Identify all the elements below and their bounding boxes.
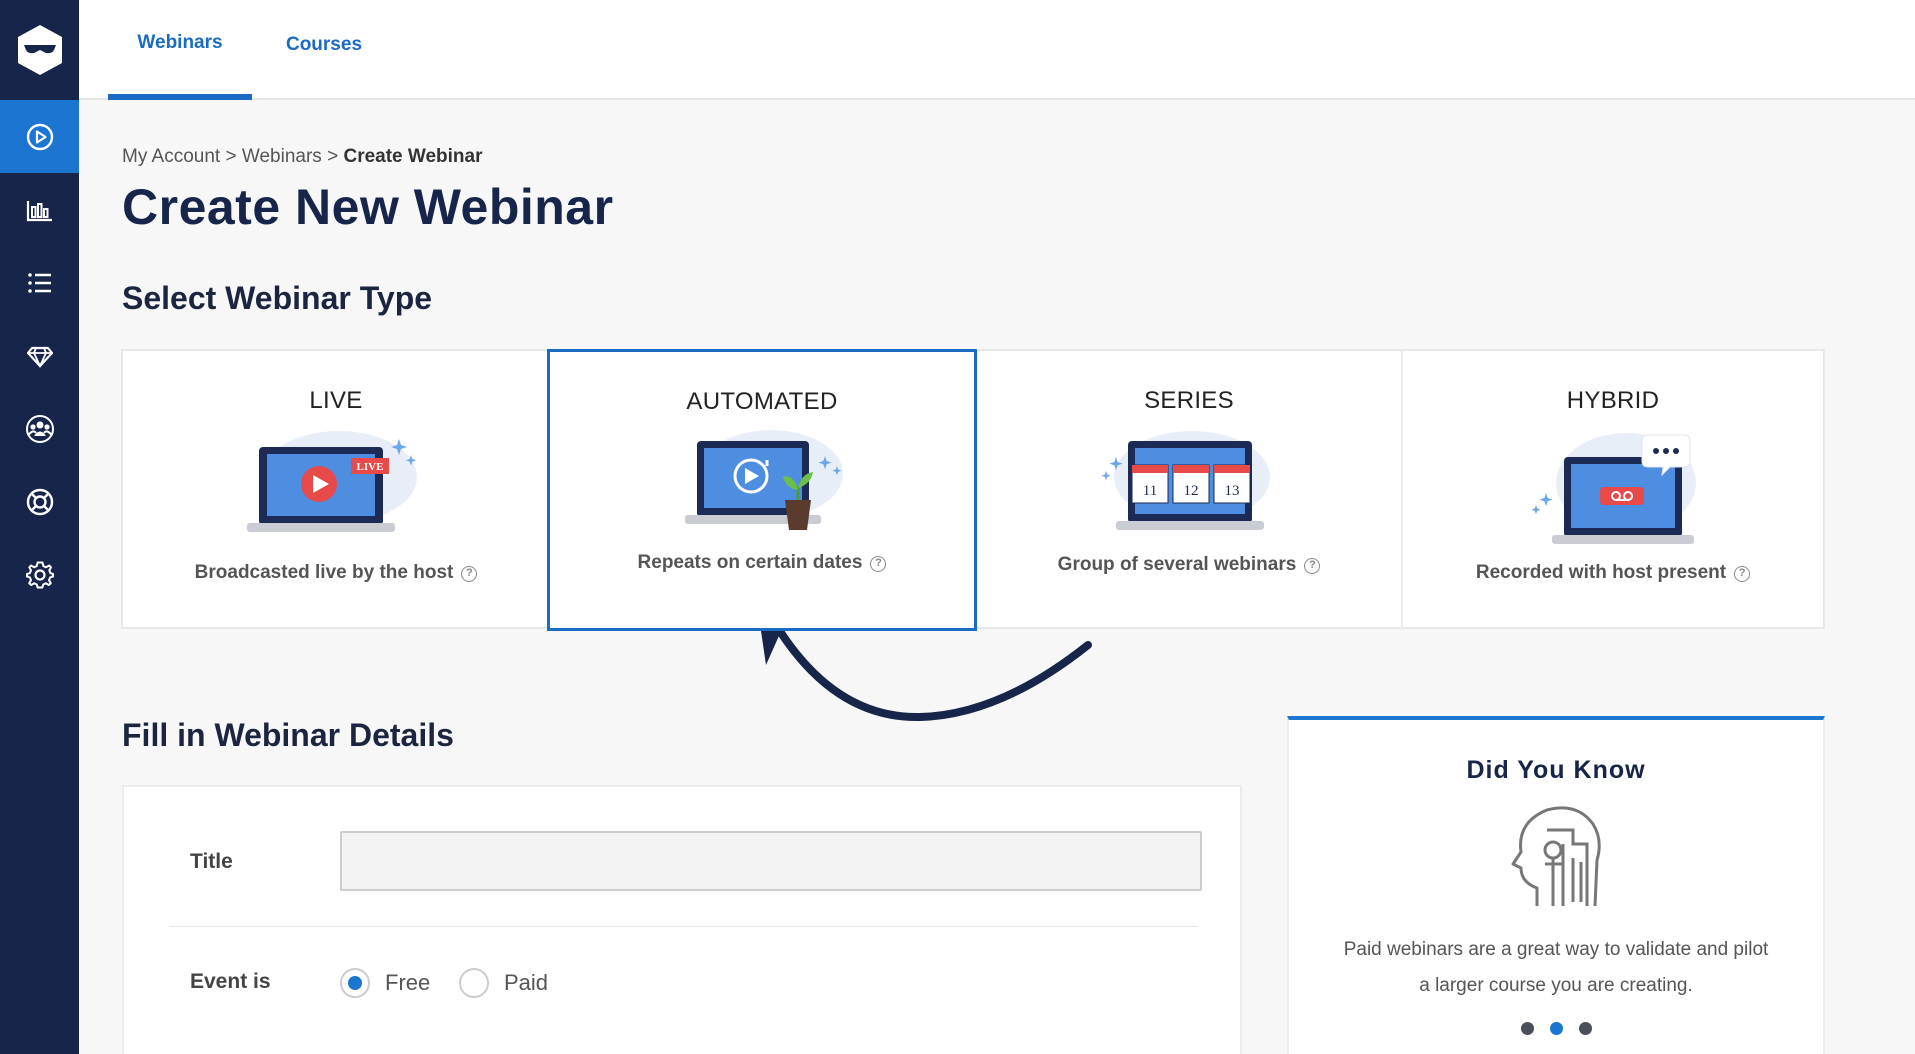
play-circle-icon: [26, 123, 53, 150]
top-tab-bar: Webinars Courses: [79, 0, 1915, 100]
did-you-know-text: Paid webinars are a great way to validat…: [1325, 932, 1787, 1004]
gear-icon: [25, 561, 54, 588]
type-card-hybrid[interactable]: HYBRID Recorded with host present?: [1401, 351, 1823, 631]
automated-webinar-illustration: [685, 430, 843, 530]
breadcrumb: My Account > Webinars > Create Webinar: [122, 146, 483, 168]
type-card-description-text: Broadcasted live by the host: [194, 562, 454, 583]
type-card-description: Group of several webinars?: [977, 554, 1401, 576]
carousel-dots: [1289, 1022, 1823, 1035]
title-label: Title: [190, 850, 233, 873]
breadcrumb-current: Create Webinar: [343, 146, 483, 167]
help-icon[interactable]: ?: [870, 556, 887, 572]
did-you-know-text-line-2: a larger course you are creating.: [1419, 975, 1693, 996]
form-divider: [169, 926, 1198, 927]
help-icon[interactable]: ?: [1304, 558, 1321, 574]
title-input[interactable]: [340, 831, 1202, 891]
type-card-description-text: Recorded with host present: [1475, 562, 1727, 583]
help-icon[interactable]: ?: [461, 566, 478, 582]
list-icon: [27, 272, 51, 293]
event-type-label: Event is: [190, 970, 271, 993]
tab-webinars[interactable]: Webinars: [108, 0, 252, 100]
radio-paid[interactable]: Paid: [459, 968, 548, 998]
type-card-description: Recorded with host present?: [1403, 562, 1823, 584]
logo-icon: [17, 25, 62, 75]
hybrid-webinar-illustration: [1531, 433, 1696, 544]
breadcrumb-separator: >: [327, 146, 339, 167]
webinar-type-selector: LIVE LIVE Broadcasted live by the host? …: [121, 349, 1825, 631]
lifebuoy-icon: [26, 488, 53, 515]
type-card-description: Broadcasted live by the host?: [123, 562, 549, 584]
sidebar-item-analytics[interactable]: [0, 173, 79, 246]
radio-free-label: Free: [385, 970, 431, 995]
app-logo[interactable]: [0, 0, 79, 100]
did-you-know-title: Did You Know: [1466, 756, 1646, 784]
type-card-description: Repeats on certain dates?: [550, 552, 974, 574]
breadcrumb-webinars[interactable]: Webinars: [242, 146, 322, 167]
radio-free[interactable]: Free: [340, 968, 430, 998]
carousel-dot-3[interactable]: [1578, 1022, 1592, 1035]
type-card-automated[interactable]: AUTOMATED Repeats on certain dates?: [547, 349, 977, 631]
type-card-description-text: Group of several webinars: [1057, 554, 1297, 575]
did-you-know-panel: Did You Know Paid webinars are a great w…: [1287, 716, 1825, 1054]
carousel-dot-2[interactable]: [1549, 1022, 1563, 1035]
calendar-day-11: 11: [1131, 464, 1169, 504]
sidebar: [0, 0, 79, 1054]
type-card-title: SERIES: [1144, 387, 1234, 414]
help-icon[interactable]: ?: [1734, 566, 1751, 582]
type-card-title: AUTOMATED: [686, 388, 838, 415]
select-type-heading: Select Webinar Type: [122, 280, 433, 316]
live-webinar-illustration: LIVE: [247, 431, 417, 532]
sidebar-item-gems[interactable]: [0, 319, 79, 392]
radio-paid-label: Paid: [504, 970, 549, 995]
sidebar-item-support[interactable]: [0, 465, 79, 538]
details-heading: Fill in Webinar Details: [122, 717, 454, 753]
breadcrumb-separator: >: [225, 146, 237, 167]
sidebar-item-webinars[interactable]: [0, 100, 79, 173]
type-card-live[interactable]: LIVE LIVE Broadcasted live by the host?: [123, 351, 549, 631]
did-you-know-text-line-1: Paid webinars are a great way to validat…: [1343, 939, 1769, 960]
type-card-series[interactable]: SERIES 11 12 13 Group of several webinar…: [975, 351, 1401, 631]
page-title: Create New Webinar: [122, 179, 614, 235]
type-card-title: HYBRID: [1566, 387, 1660, 414]
svg-text:13: 13: [1225, 483, 1240, 499]
gem-icon: [26, 346, 53, 368]
users-icon: [25, 414, 54, 443]
breadcrumb-my-account[interactable]: My Account: [122, 146, 220, 167]
svg-text:12: 12: [1184, 483, 1199, 499]
bar-chart-icon: [26, 200, 52, 221]
live-badge: LIVE: [357, 461, 384, 473]
series-webinar-illustration: 11 12 13: [1101, 431, 1270, 530]
tab-webinars-label: Webinars: [137, 32, 223, 53]
tab-courses-label: Courses: [285, 34, 363, 55]
sidebar-item-settings[interactable]: [0, 538, 79, 611]
radio-paid-circle[interactable]: [459, 968, 489, 998]
webinar-details-form: Title Event is Free Paid: [122, 785, 1242, 1054]
type-card-description-text: Repeats on certain dates: [637, 552, 863, 573]
svg-text:11: 11: [1143, 483, 1157, 499]
sidebar-item-attendees[interactable]: [0, 392, 79, 465]
type-card-title: LIVE: [309, 387, 363, 414]
calendar-day-12: 12: [1172, 464, 1210, 504]
radio-free-circle[interactable]: [340, 968, 370, 998]
head-idea-icon: [1511, 806, 1601, 907]
calendar-day-13: 13: [1213, 464, 1251, 504]
sidebar-item-list[interactable]: [0, 246, 79, 319]
tab-courses[interactable]: Courses: [270, 0, 378, 100]
carousel-dot-1[interactable]: [1520, 1022, 1534, 1035]
